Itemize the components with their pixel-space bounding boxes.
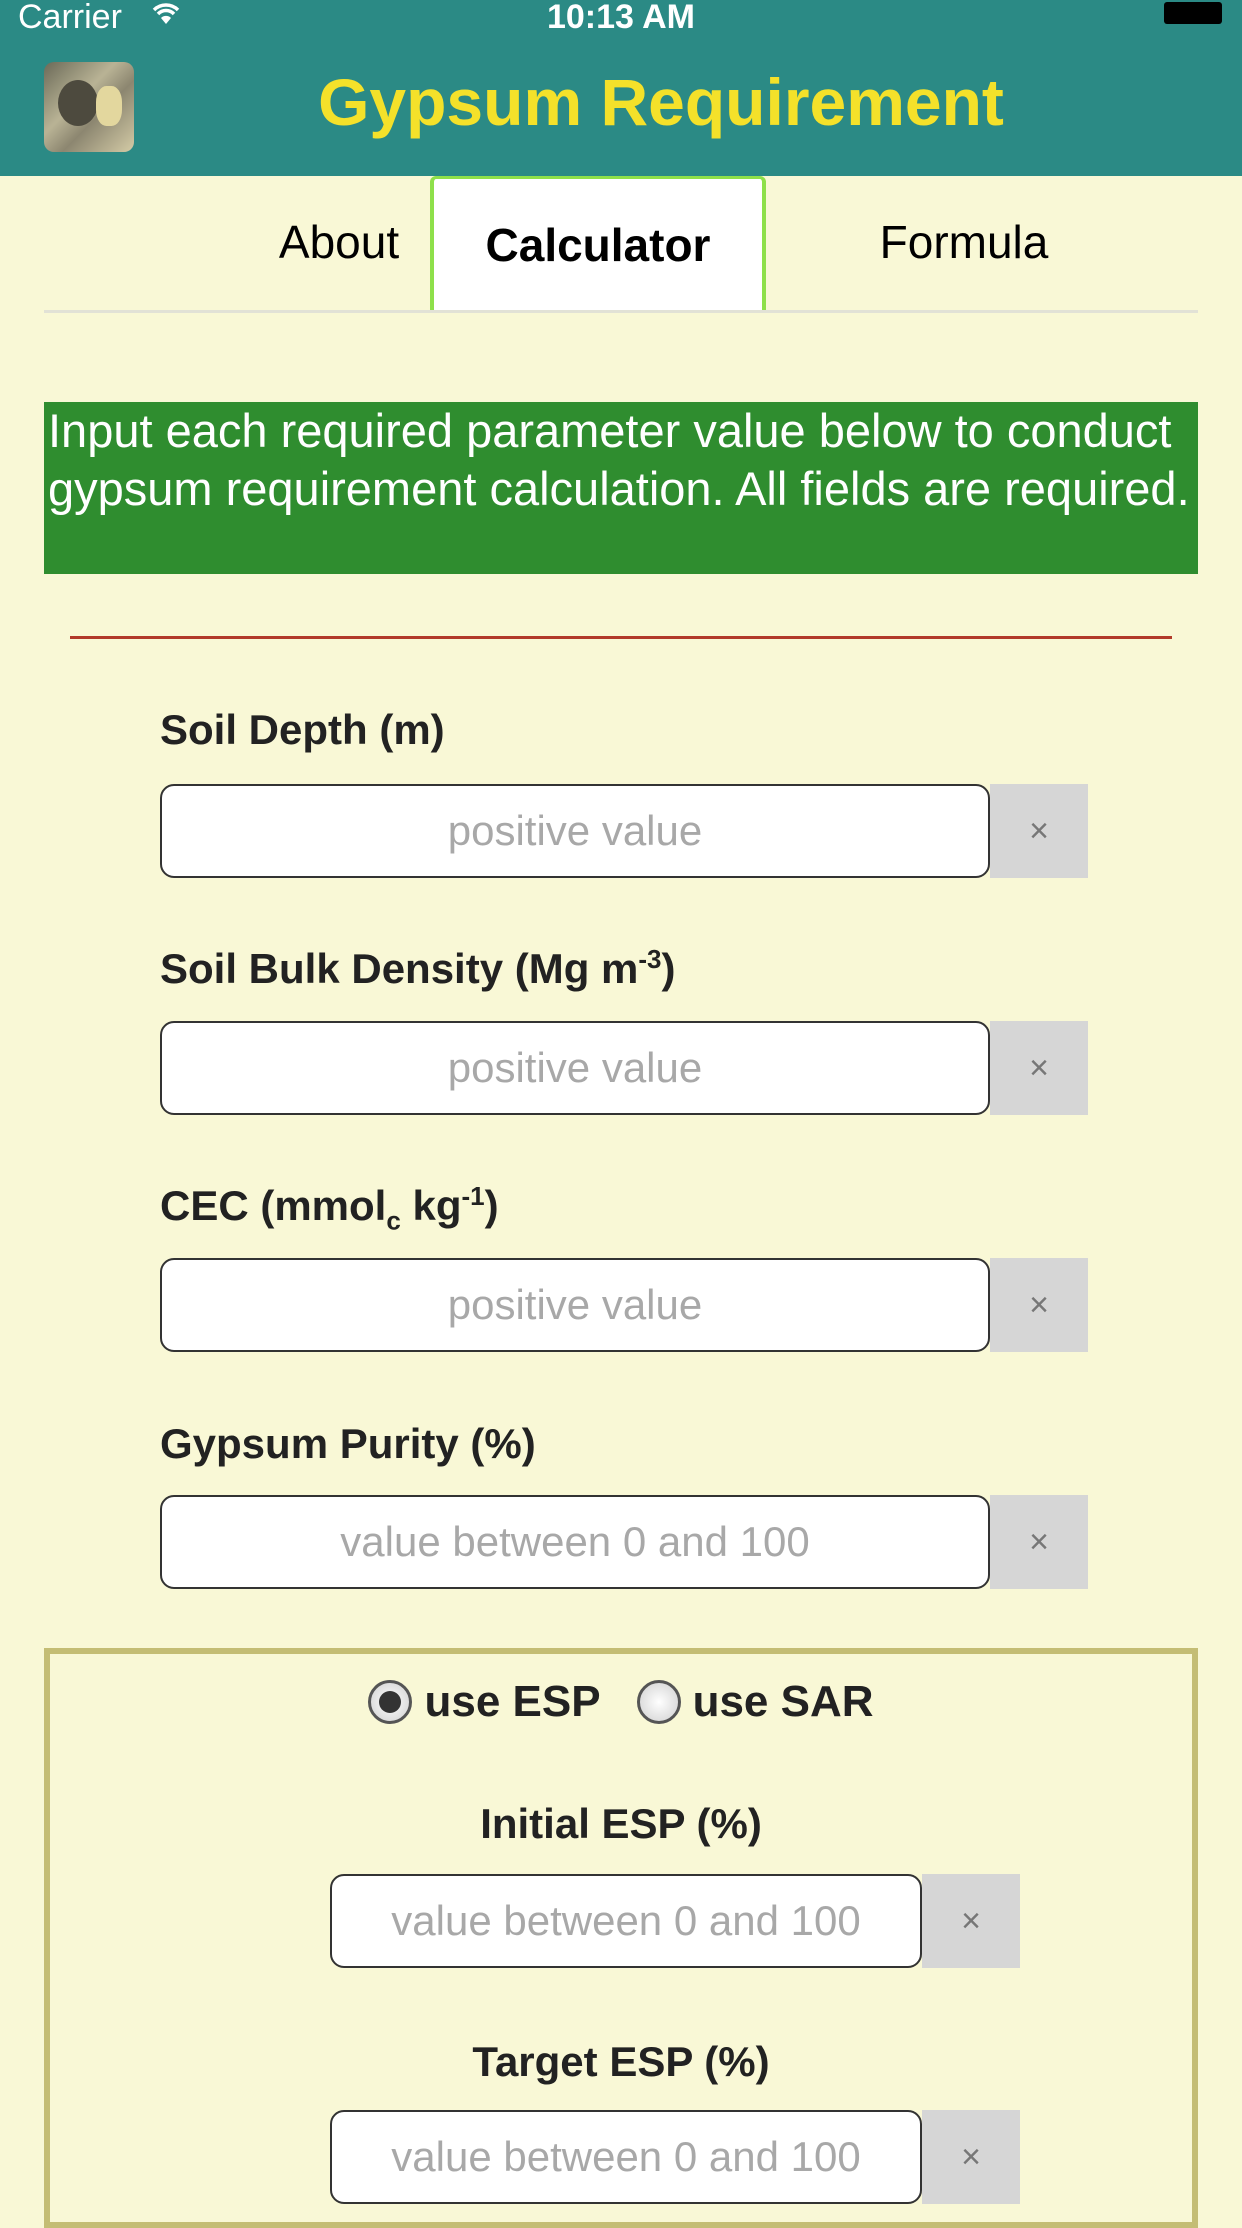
battery-icon xyxy=(1164,2,1222,24)
tab-formula[interactable]: Formula xyxy=(794,176,1134,308)
target-esp-label: Target ESP (%) xyxy=(472,2038,770,2085)
tab-about[interactable]: About xyxy=(214,176,464,308)
cec-field: × xyxy=(160,1258,1088,1352)
mode-radio-group: use ESP use SAR xyxy=(50,1672,1192,1732)
initial-esp-input[interactable] xyxy=(332,1875,920,1967)
use-esp-label: use ESP xyxy=(424,1677,601,1726)
instructions-banner: Input each required parameter value belo… xyxy=(44,402,1198,574)
target-esp-input[interactable] xyxy=(332,2111,920,2203)
bulk-density-input[interactable] xyxy=(162,1022,988,1114)
gypsum-purity-label: Gypsum Purity (%) xyxy=(160,1420,536,1467)
clear-gypsum-purity-button[interactable]: × xyxy=(990,1495,1088,1589)
initial-esp-label: Initial ESP (%) xyxy=(480,1800,762,1847)
initial-esp-field: × xyxy=(330,1874,1020,1968)
clear-target-esp-button[interactable]: × xyxy=(922,2110,1020,2204)
radio-unchecked-icon xyxy=(636,1680,681,1724)
status-bar: Carrier 10:13 AM xyxy=(0,0,1242,36)
esp-sar-panel: use ESP use SAR Initial ESP (%) × Target… xyxy=(44,1648,1198,2228)
nav-bar: Gypsum Requirement xyxy=(0,34,1242,176)
cec-input[interactable] xyxy=(162,1259,988,1351)
radio-checked-icon xyxy=(368,1680,413,1724)
soil-depth-field: × xyxy=(160,784,1088,878)
tab-calculator[interactable]: Calculator xyxy=(430,176,766,310)
gypsum-purity-field: × xyxy=(160,1495,1088,1589)
divider xyxy=(70,636,1172,639)
bulk-density-label: Soil Bulk Density (Mg m-3) xyxy=(160,944,676,992)
clear-soil-depth-button[interactable]: × xyxy=(990,784,1088,878)
tab-bar: About Calculator Formula xyxy=(44,176,1198,313)
soil-depth-input[interactable] xyxy=(162,785,988,877)
use-sar-label: use SAR xyxy=(692,1677,874,1726)
soil-depth-label: Soil Depth (m) xyxy=(160,706,445,753)
use-esp-radio[interactable]: use ESP xyxy=(368,1677,601,1727)
page-title: Gypsum Requirement xyxy=(318,65,1004,139)
clear-bulk-density-button[interactable]: × xyxy=(990,1021,1088,1115)
gypsum-purity-input[interactable] xyxy=(162,1496,988,1588)
clear-cec-button[interactable]: × xyxy=(990,1258,1088,1352)
use-sar-radio[interactable]: use SAR xyxy=(636,1677,874,1727)
target-esp-field: × xyxy=(330,2110,1020,2204)
cec-label: CEC (mmolc kg-1) xyxy=(160,1181,499,1236)
status-time: 10:13 AM xyxy=(546,0,696,36)
clear-initial-esp-button[interactable]: × xyxy=(922,1874,1020,1968)
bulk-density-field: × xyxy=(160,1021,1088,1115)
